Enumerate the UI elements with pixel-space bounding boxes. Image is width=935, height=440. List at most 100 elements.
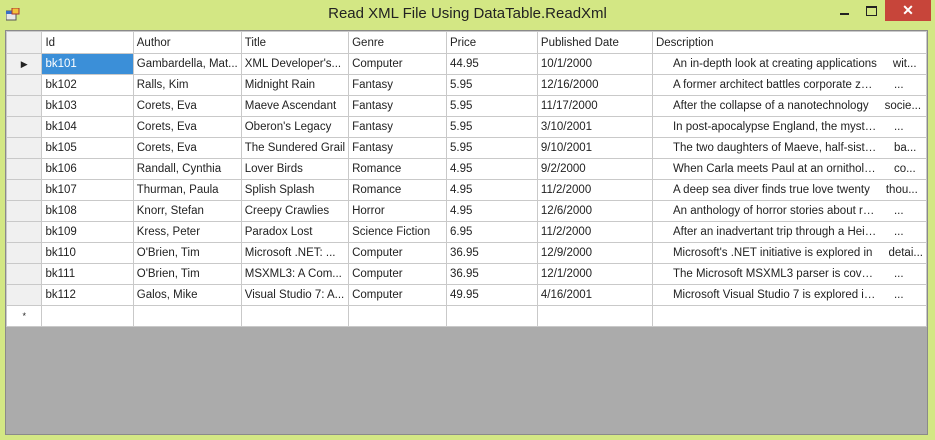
cell-price[interactable]: 5.95 (445, 116, 538, 138)
new-row-cell[interactable] (445, 305, 538, 327)
cell-published-date[interactable]: 10/1/2000 (536, 53, 653, 75)
table-row[interactable]: bk103 Corets, Eva Maeve Ascendant Fantasy 5.… (6, 95, 927, 117)
cell-genre[interactable]: Horror (348, 200, 447, 222)
cell-price[interactable]: 5.95 (445, 95, 538, 117)
row-header[interactable] (6, 116, 43, 138)
cell-genre[interactable]: Fantasy (348, 116, 447, 138)
row-header[interactable] (6, 221, 43, 243)
cell-id[interactable]: bk106 (41, 158, 134, 180)
column-header-published-date[interactable]: Published Date (536, 31, 653, 54)
cell-published-date[interactable]: 3/10/2001 (536, 116, 653, 138)
table-row[interactable]: bk102 Ralls, Kim Midnight Rain Fantasy 5.95 1… (6, 74, 927, 96)
cell-genre[interactable]: Fantasy (348, 95, 447, 117)
new-row-cell[interactable] (240, 305, 350, 327)
cell-description[interactable]: An anthology of horror stories about roa… (651, 200, 927, 222)
cell-author[interactable]: Corets, Eva (132, 137, 242, 159)
cell-price[interactable]: 44.95 (445, 53, 538, 75)
cell-id[interactable]: bk109 (41, 221, 134, 243)
row-header[interactable] (6, 74, 43, 96)
table-row[interactable]: bk112 Galos, Mike Visual Studio 7: A... Com… (6, 284, 927, 306)
cell-published-date[interactable]: 12/6/2000 (536, 200, 653, 222)
cell-description[interactable]: When Carla meets Paul at an ornithology c… (651, 158, 927, 180)
cell-price[interactable]: 36.95 (445, 263, 538, 285)
cell-description[interactable]: A former architect battles corporate zom… (651, 74, 927, 96)
column-header-description[interactable]: Description (651, 31, 927, 54)
cell-author[interactable]: Thurman, Paula (132, 179, 242, 201)
cell-genre[interactable]: Computer (348, 53, 447, 75)
row-header[interactable] (6, 200, 43, 222)
cell-id[interactable]: bk112 (41, 284, 134, 306)
cell-id[interactable]: bk111 (41, 263, 134, 285)
title-bar[interactable]: Read XML File Using DataTable.ReadXml ✕ (0, 0, 935, 30)
new-row-cell[interactable] (348, 305, 447, 327)
cell-published-date[interactable]: 12/1/2000 (536, 263, 653, 285)
cell-genre[interactable]: Fantasy (348, 137, 447, 159)
row-header[interactable] (6, 179, 43, 201)
table-row[interactable]: bk105 Corets, Eva The Sundered Grail Fantas… (6, 137, 927, 159)
cell-title[interactable]: Microsoft .NET: ... (240, 242, 350, 264)
cell-description[interactable]: In post-apocalypse England, the mysterio… (651, 116, 927, 138)
cell-id[interactable]: bk110 (41, 242, 134, 264)
new-row-cell[interactable] (41, 305, 134, 327)
column-header-genre[interactable]: Genre (348, 31, 447, 54)
row-header[interactable]: ▶ (6, 53, 43, 75)
data-grid[interactable]: Id Author Title Genre Price Published Da… (5, 30, 928, 435)
cell-genre[interactable]: Fantasy (348, 74, 447, 96)
cell-published-date[interactable]: 9/10/2001 (536, 137, 653, 159)
cell-id[interactable]: bk101 (41, 53, 134, 75)
cell-title[interactable]: XML Developer's... (240, 53, 350, 75)
cell-author[interactable]: Corets, Eva (132, 95, 242, 117)
cell-id[interactable]: bk104 (41, 116, 134, 138)
cell-title[interactable]: Oberon's Legacy (240, 116, 350, 138)
table-row[interactable]: bk109 Kress, Peter Paradox Lost Science Fic… (6, 221, 927, 243)
table-row[interactable]: bk108 Knorr, Stefan Creepy Crawlies Horror 4… (6, 200, 927, 222)
cell-published-date[interactable]: 12/9/2000 (536, 242, 653, 264)
new-row-cell[interactable] (536, 305, 653, 327)
cell-title[interactable]: Midnight Rain (240, 74, 350, 96)
cell-published-date[interactable]: 11/17/2000 (536, 95, 653, 117)
cell-description[interactable]: A deep sea diver finds true love twenty t… (651, 179, 927, 201)
cell-author[interactable]: Gambardella, Mat... (132, 53, 242, 75)
cell-description[interactable]: Microsoft Visual Studio 7 is explored in… (651, 284, 927, 306)
column-header-author[interactable]: Author (132, 31, 242, 54)
cell-description[interactable]: After the collapse of a nanotechnology so… (651, 95, 927, 117)
row-header[interactable] (6, 137, 43, 159)
row-header[interactable] (6, 95, 43, 117)
cell-title[interactable]: Maeve Ascendant (240, 95, 350, 117)
cell-id[interactable]: bk108 (41, 200, 134, 222)
table-row[interactable]: bk111 O'Brien, Tim MSXML3: A Com... Compute… (6, 263, 927, 285)
table-row[interactable]: bk106 Randall, Cynthia Lover Birds Romance 4… (6, 158, 927, 180)
row-header[interactable] (6, 284, 43, 306)
cell-author[interactable]: Knorr, Stefan (132, 200, 242, 222)
cell-description[interactable]: An in-depth look at creating application… (651, 53, 927, 75)
cell-author[interactable]: Galos, Mike (132, 284, 242, 306)
cell-description[interactable]: Microsoft's .NET initiative is explored … (651, 242, 927, 264)
row-header[interactable] (6, 263, 43, 285)
cell-author[interactable]: Kress, Peter (132, 221, 242, 243)
cell-genre[interactable]: Computer (348, 284, 447, 306)
new-row[interactable]: * (6, 305, 927, 327)
cell-price[interactable]: 4.95 (445, 179, 538, 201)
row-header[interactable] (6, 158, 43, 180)
cell-description[interactable]: The Microsoft MSXML3 parser is covered i… (651, 263, 927, 285)
cell-title[interactable]: The Sundered Grail (240, 137, 350, 159)
row-header[interactable] (6, 242, 43, 264)
minimize-button[interactable] (830, 0, 858, 21)
cell-title[interactable]: Visual Studio 7: A... (240, 284, 350, 306)
cell-id[interactable]: bk103 (41, 95, 134, 117)
cell-id[interactable]: bk102 (41, 74, 134, 96)
cell-price[interactable]: 6.95 (445, 221, 538, 243)
table-row[interactable]: bk107 Thurman, Paula Splish Splash Romance 4… (6, 179, 927, 201)
column-header-price[interactable]: Price (445, 31, 538, 54)
cell-title[interactable]: MSXML3: A Com... (240, 263, 350, 285)
table-row[interactable]: bk110 O'Brien, Tim Microsoft .NET: ... Comp… (6, 242, 927, 264)
cell-title[interactable]: Creepy Crawlies (240, 200, 350, 222)
cell-published-date[interactable]: 9/2/2000 (536, 158, 653, 180)
cell-title[interactable]: Paradox Lost (240, 221, 350, 243)
cell-description[interactable]: The two daughters of Maeve, half-sisters… (651, 137, 927, 159)
cell-description[interactable]: After an inadvertant trip through a Heis… (651, 221, 927, 243)
cell-price[interactable]: 4.95 (445, 158, 538, 180)
cell-author[interactable]: Corets, Eva (132, 116, 242, 138)
new-row-cell[interactable] (132, 305, 242, 327)
cell-author[interactable]: O'Brien, Tim (132, 242, 242, 264)
